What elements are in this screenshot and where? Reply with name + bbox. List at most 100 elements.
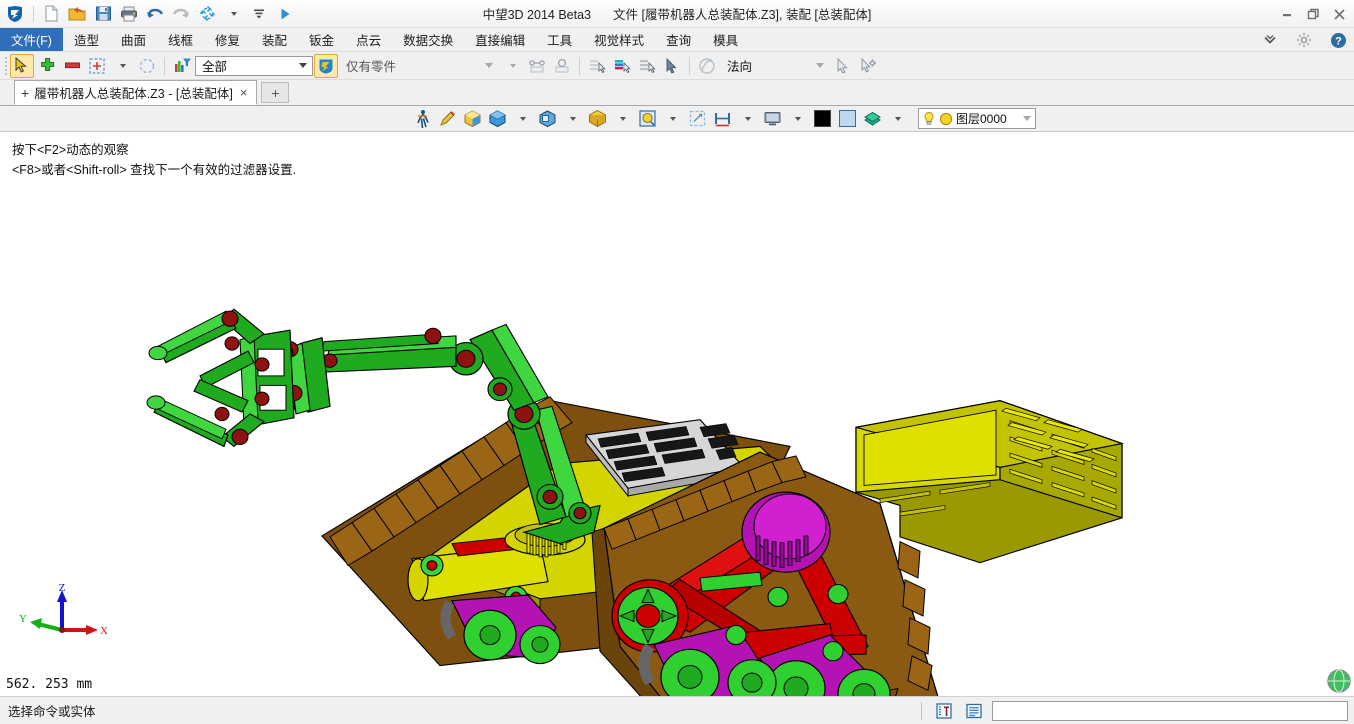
menu-item-assembly[interactable]: 装配: [251, 28, 298, 51]
menu-item-pointcloud[interactable]: 点云: [345, 28, 392, 51]
wireframe-dropdown-icon[interactable]: [610, 107, 634, 131]
selection-settings-button[interactable]: [856, 54, 880, 78]
menu-item-surface[interactable]: 曲面: [110, 28, 157, 51]
shade-dropdown-icon[interactable]: [510, 107, 534, 131]
restore-button[interactable]: [1300, 2, 1326, 26]
hidden-line-icon[interactable]: [535, 107, 559, 131]
chevron-down-icon[interactable]: [485, 63, 493, 68]
redo-icon[interactable]: [169, 2, 193, 26]
undo-icon[interactable]: [143, 2, 167, 26]
menu-item-direct-edit[interactable]: 直接编辑: [464, 28, 536, 51]
part-filter-combo[interactable]: 仅有零件: [339, 56, 499, 76]
navigation-ball-icon[interactable]: [1326, 668, 1352, 694]
blue-swatch-icon[interactable]: [835, 107, 859, 131]
customize-qat-icon[interactable]: [247, 2, 271, 26]
menu-item-tools[interactable]: 工具: [536, 28, 583, 51]
new-file-icon[interactable]: [39, 2, 63, 26]
toolbar-divider: [579, 57, 580, 75]
app-logo-icon[interactable]: [2, 1, 28, 27]
menu-label: 查询: [666, 30, 691, 49]
filter-icon[interactable]: [170, 54, 194, 78]
save-file-icon[interactable]: [91, 2, 115, 26]
chevron-down-icon[interactable]: [1023, 116, 1031, 121]
material-dropdown-icon[interactable]: [885, 107, 909, 131]
menu-label: 文件(F): [11, 30, 52, 49]
menu-item-inquire[interactable]: 查询: [655, 28, 702, 51]
close-button[interactable]: [1326, 2, 1352, 26]
document-title: 文件 [履带机器人总装配体.Z3], 装配 [总装配体]: [613, 4, 871, 23]
highlight-icon[interactable]: [435, 107, 459, 131]
regen-icon[interactable]: [195, 2, 219, 26]
transparent-icon[interactable]: [685, 107, 709, 131]
shade-with-edge-icon[interactable]: [485, 107, 509, 131]
document-tab[interactable]: + 履带机器人总装配体.Z3 - [总装配体] ×: [14, 80, 257, 105]
hidden-line-dropdown-icon[interactable]: [560, 107, 584, 131]
menu-item-wireframe[interactable]: 线框: [157, 28, 204, 51]
walk-through-icon[interactable]: [410, 107, 434, 131]
robot-assembly-model[interactable]: [0, 132, 1354, 696]
chevron-down-icon[interactable]: [1258, 28, 1282, 52]
pick-tool-button[interactable]: [831, 54, 855, 78]
sprocket-gear[interactable]: [742, 492, 830, 572]
toolbar-divider: [164, 57, 165, 75]
menu-item-mold[interactable]: 模具: [702, 28, 749, 51]
black-swatch-icon[interactable]: [810, 107, 834, 131]
background-icon[interactable]: [760, 107, 784, 131]
title-bar: 中望3D 2014 Beta3 文件 [履带机器人总装配体.Z3], 装配 [总…: [0, 0, 1354, 28]
pointer-select-button[interactable]: [660, 54, 684, 78]
remove-selection-button[interactable]: [60, 54, 84, 78]
cargo-basket[interactable]: [856, 401, 1122, 563]
select-tool-button[interactable]: [10, 54, 34, 78]
face-filter-button[interactable]: [550, 54, 574, 78]
help-icon[interactable]: ?: [1326, 28, 1350, 52]
window-select-button[interactable]: [85, 54, 109, 78]
filter-prev-dropdown-icon[interactable]: [500, 54, 524, 78]
window-select-dropdown-icon[interactable]: [110, 54, 134, 78]
menu-label: 工具: [547, 30, 572, 49]
render-dropdown-icon[interactable]: [660, 107, 684, 131]
measure-icon[interactable]: [932, 700, 956, 722]
layer-combo[interactable]: 图层0000: [918, 108, 1036, 129]
add-selection-button[interactable]: [35, 54, 59, 78]
part-filter-button[interactable]: [314, 54, 338, 78]
section-dropdown-icon[interactable]: [735, 107, 759, 131]
print-icon[interactable]: [117, 2, 141, 26]
color-select-button[interactable]: [610, 54, 634, 78]
entity-filter-combo[interactable]: 全部: [195, 56, 313, 76]
normal-direction-icon[interactable]: [695, 54, 719, 78]
minimize-button[interactable]: [1274, 2, 1300, 26]
edge-filter-button[interactable]: [525, 54, 549, 78]
close-icon[interactable]: ×: [238, 86, 250, 99]
gear-icon[interactable]: [1292, 28, 1316, 52]
command-input[interactable]: [992, 701, 1348, 721]
menu-item-modeling[interactable]: 造型: [63, 28, 110, 51]
section-icon[interactable]: [710, 107, 734, 131]
titlebar-divider: [33, 6, 34, 22]
shade-icon[interactable]: [460, 107, 484, 131]
wireframe-icon[interactable]: [585, 107, 609, 131]
background-dropdown-icon[interactable]: [785, 107, 809, 131]
normal-combo[interactable]: 法向: [720, 56, 830, 76]
tab-pin-icon[interactable]: +: [21, 86, 29, 100]
lasso-select-button[interactable]: [135, 54, 159, 78]
list-select-button[interactable]: [585, 54, 609, 78]
output-window-icon[interactable]: [962, 700, 986, 722]
menu-item-file[interactable]: 文件(F): [0, 28, 63, 51]
menu-item-repair[interactable]: 修复: [204, 28, 251, 51]
layer-select-button[interactable]: [635, 54, 659, 78]
open-file-icon[interactable]: [65, 2, 89, 26]
render-icon[interactable]: [635, 107, 659, 131]
menu-item-data-exchange[interactable]: 数据交换: [392, 28, 464, 51]
material-icon[interactable]: [860, 107, 884, 131]
graphics-viewport[interactable]: 按下<F2>动态的观察 <F8>或者<Shift-roll> 查找下一个有效的过…: [0, 132, 1354, 696]
chevron-down-icon[interactable]: [299, 63, 307, 68]
menu-item-sheetmetal[interactable]: 钣金: [298, 28, 345, 51]
qat-dropdown-icon[interactable]: [221, 2, 245, 26]
gripper-claw[interactable]: [147, 309, 294, 446]
menu-item-visual-style[interactable]: 视觉样式: [583, 28, 655, 51]
selection-filter-toolbar: 全部 仅有零件: [0, 52, 1354, 80]
play-icon[interactable]: [273, 2, 297, 26]
chevron-down-icon[interactable]: [816, 63, 824, 68]
toolbar-grip[interactable]: [2, 57, 9, 75]
new-tab-button[interactable]: +: [261, 82, 289, 103]
